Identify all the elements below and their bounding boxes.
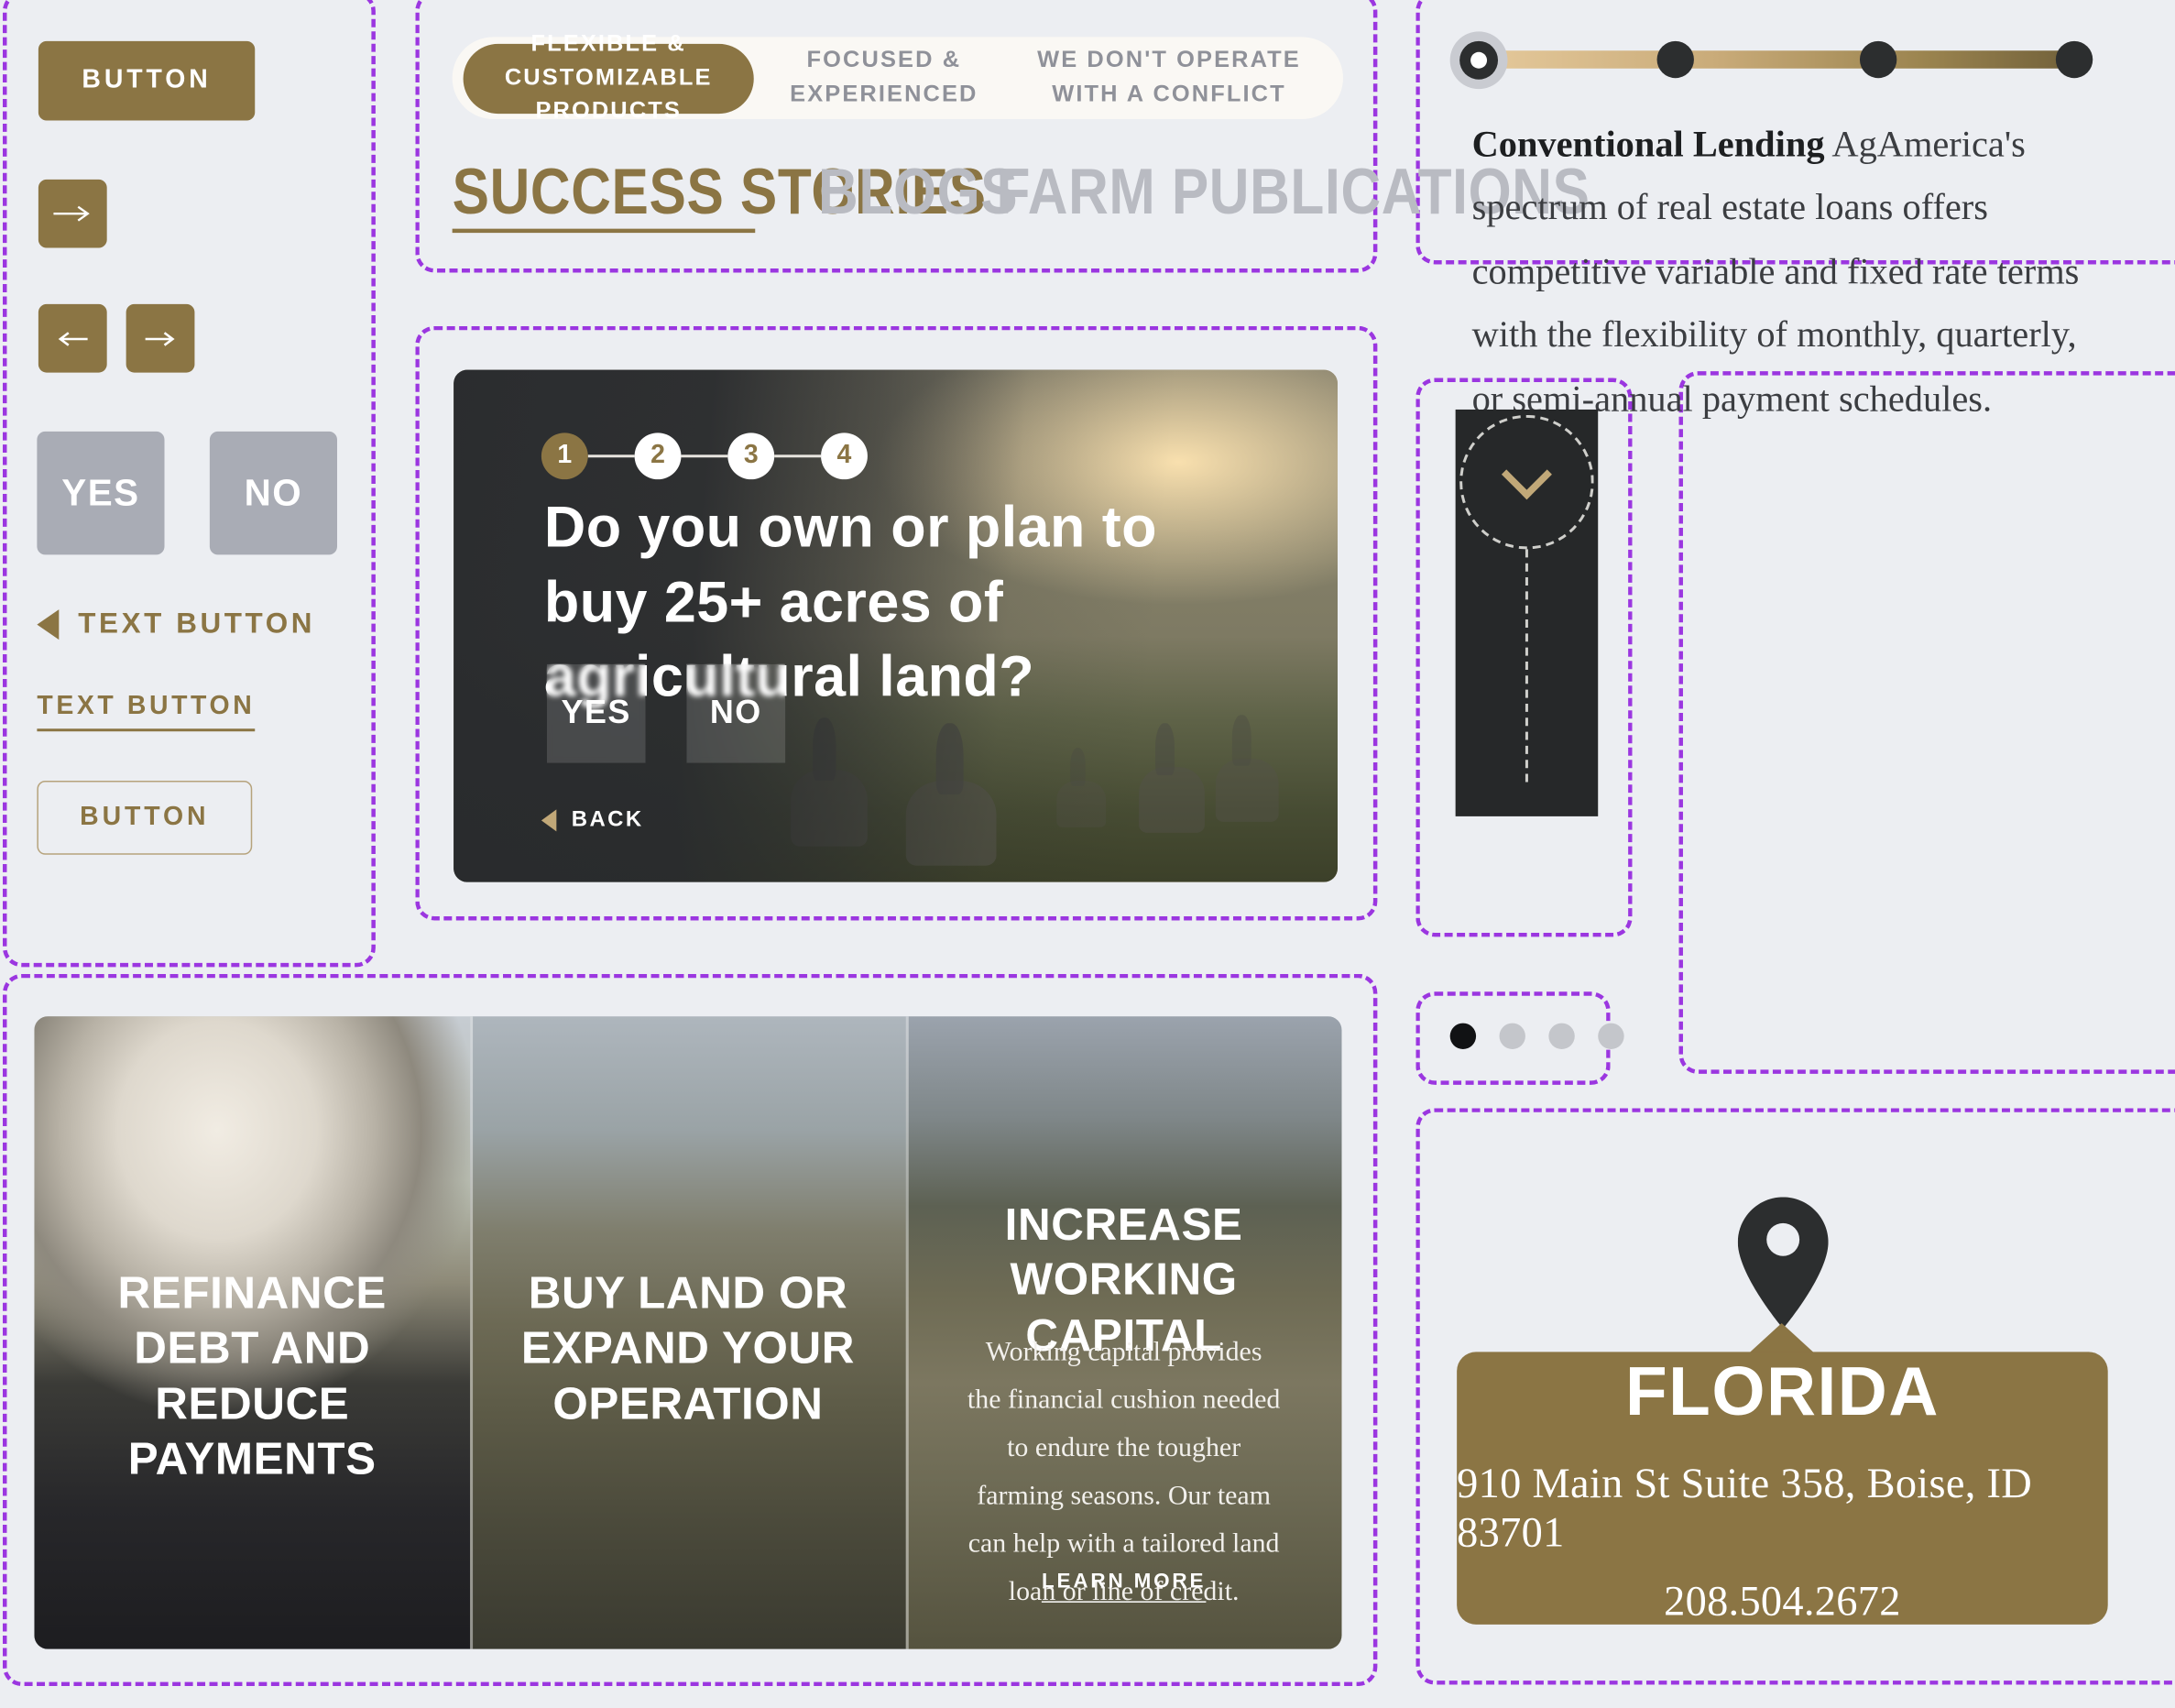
pill-tab-bar: FLEXIBLE & CUSTOMIZABLE PRODUCTS FOCUSED…	[452, 30, 1343, 124]
tab-active-underline	[452, 228, 756, 234]
page-root: BUTTON YES NO TEXT BUTTON TEXT BUTTON BU…	[0, 0, 2175, 1708]
chevron-down-icon	[1501, 449, 1552, 500]
pagination-dot-4[interactable]	[1598, 1023, 1624, 1050]
pill-tab-0[interactable]: FLEXIBLE & CUSTOMIZABLE PRODUCTS	[463, 30, 754, 124]
feature-panels: REFINANCE DEBT AND REDUCE PAYMENTS BUY L…	[34, 1016, 1342, 1649]
yes-button[interactable]: YES	[37, 431, 165, 555]
step-connector	[587, 454, 635, 458]
text-button-label: TEXT BUTTON	[78, 608, 316, 640]
lending-body: AgAmerica's spectrum of real estate loan…	[1471, 123, 2080, 420]
quiz-hero-card: 1 2 3 4 Do you own or plan to buy 25+ ac…	[454, 369, 1339, 882]
no-button[interactable]: NO	[209, 431, 337, 555]
learn-more-link[interactable]: LEARN MORE	[1042, 1570, 1207, 1603]
triangle-left-icon	[541, 809, 557, 832]
pill-tab-1[interactable]: FOCUSED & EXPERIENCED	[754, 43, 1014, 113]
quiz-step-4[interactable]: 4	[821, 432, 868, 480]
arrow-right-icon	[145, 331, 175, 345]
lending-progress-track[interactable]	[1488, 50, 2089, 69]
pill-tab-2[interactable]: WE DON'T OPERATE WITH A CONFLICT	[1014, 43, 1324, 113]
knob-inner	[1459, 40, 1499, 80]
quiz-option-no[interactable]: NO	[686, 663, 786, 763]
step-connector	[681, 454, 728, 458]
quiz-step-1[interactable]: 1	[541, 432, 588, 480]
text-button-underlined[interactable]: TEXT BUTTON	[37, 692, 256, 732]
learn-more-link-wrap: LEARN MORE	[906, 1570, 1342, 1603]
pagination-dots	[1449, 1023, 1624, 1050]
arrow-right-icon	[53, 205, 90, 222]
quiz-back-label: BACK	[571, 807, 644, 832]
tab-blogs[interactable]: BLOGS	[818, 153, 1018, 228]
arrow-right-button[interactable]	[38, 179, 107, 248]
outline-button[interactable]: BUTTON	[37, 781, 253, 855]
lending-stop-2[interactable]	[1656, 40, 1694, 79]
knob-dot	[1470, 51, 1488, 69]
lending-stop-4[interactable]	[2055, 40, 2093, 79]
arrow-left-icon	[58, 331, 88, 345]
quiz-back-button[interactable]: BACK	[541, 808, 644, 833]
text-button-with-arrow[interactable]: TEXT BUTTON	[37, 608, 315, 641]
feature-panel-title: BUY LAND OR EXPAND YOUR OPERATION	[520, 1266, 856, 1429]
scroll-down-button[interactable]	[1459, 414, 1594, 550]
lending-stop-3[interactable]	[1859, 40, 1897, 79]
pagination-dot-2[interactable]	[1499, 1023, 1525, 1050]
scroll-stem-line	[1525, 549, 1528, 783]
quiz-step-2[interactable]: 2	[634, 432, 682, 480]
lending-title: Conventional Lending	[1471, 123, 1825, 165]
annotation-box-arc	[1678, 371, 2175, 1074]
quiz-step-3[interactable]: 3	[727, 432, 775, 480]
quiz-stepper: 1 2 3 4	[541, 432, 868, 480]
primary-button[interactable]: BUTTON	[38, 40, 256, 121]
feature-panel-buy-land[interactable]: BUY LAND OR EXPAND YOUR OPERATION	[470, 1016, 906, 1649]
feature-panel-working-capital[interactable]: INCREASE WORKING CAPITAL Working capital…	[905, 1016, 1342, 1649]
scroll-prompt-module	[1455, 409, 1599, 816]
location-card[interactable]: FLORIDA 910 Main St Suite 358, Boise, ID…	[1457, 1352, 2108, 1626]
feature-panel-title: REFINANCE DEBT AND REDUCE PAYMENTS	[117, 1266, 387, 1484]
map-pin-icon	[1737, 1197, 1829, 1329]
location-address: 910 Main St Suite 358, Boise, ID 83701	[1457, 1458, 2033, 1556]
pagination-dot-1[interactable]	[1449, 1023, 1477, 1050]
location-state: FLORIDA	[1624, 1352, 1940, 1429]
carousel-next-button[interactable]	[126, 303, 195, 373]
carousel-prev-button[interactable]	[38, 303, 107, 373]
pagination-dot-3[interactable]	[1548, 1023, 1575, 1050]
step-connector	[774, 454, 822, 458]
feature-panel-refinance[interactable]: REFINANCE DEBT AND REDUCE PAYMENTS	[34, 1016, 471, 1649]
location-card-notch	[1748, 1322, 1815, 1353]
lending-description: Conventional Lending AgAmerica's spectru…	[1472, 113, 2092, 431]
location-phone[interactable]: 208.504.2672	[1664, 1576, 1901, 1626]
quiz-option-yes[interactable]: YES	[546, 663, 646, 763]
triangle-left-icon	[37, 609, 60, 640]
lending-slider-knob[interactable]	[1449, 31, 1508, 90]
